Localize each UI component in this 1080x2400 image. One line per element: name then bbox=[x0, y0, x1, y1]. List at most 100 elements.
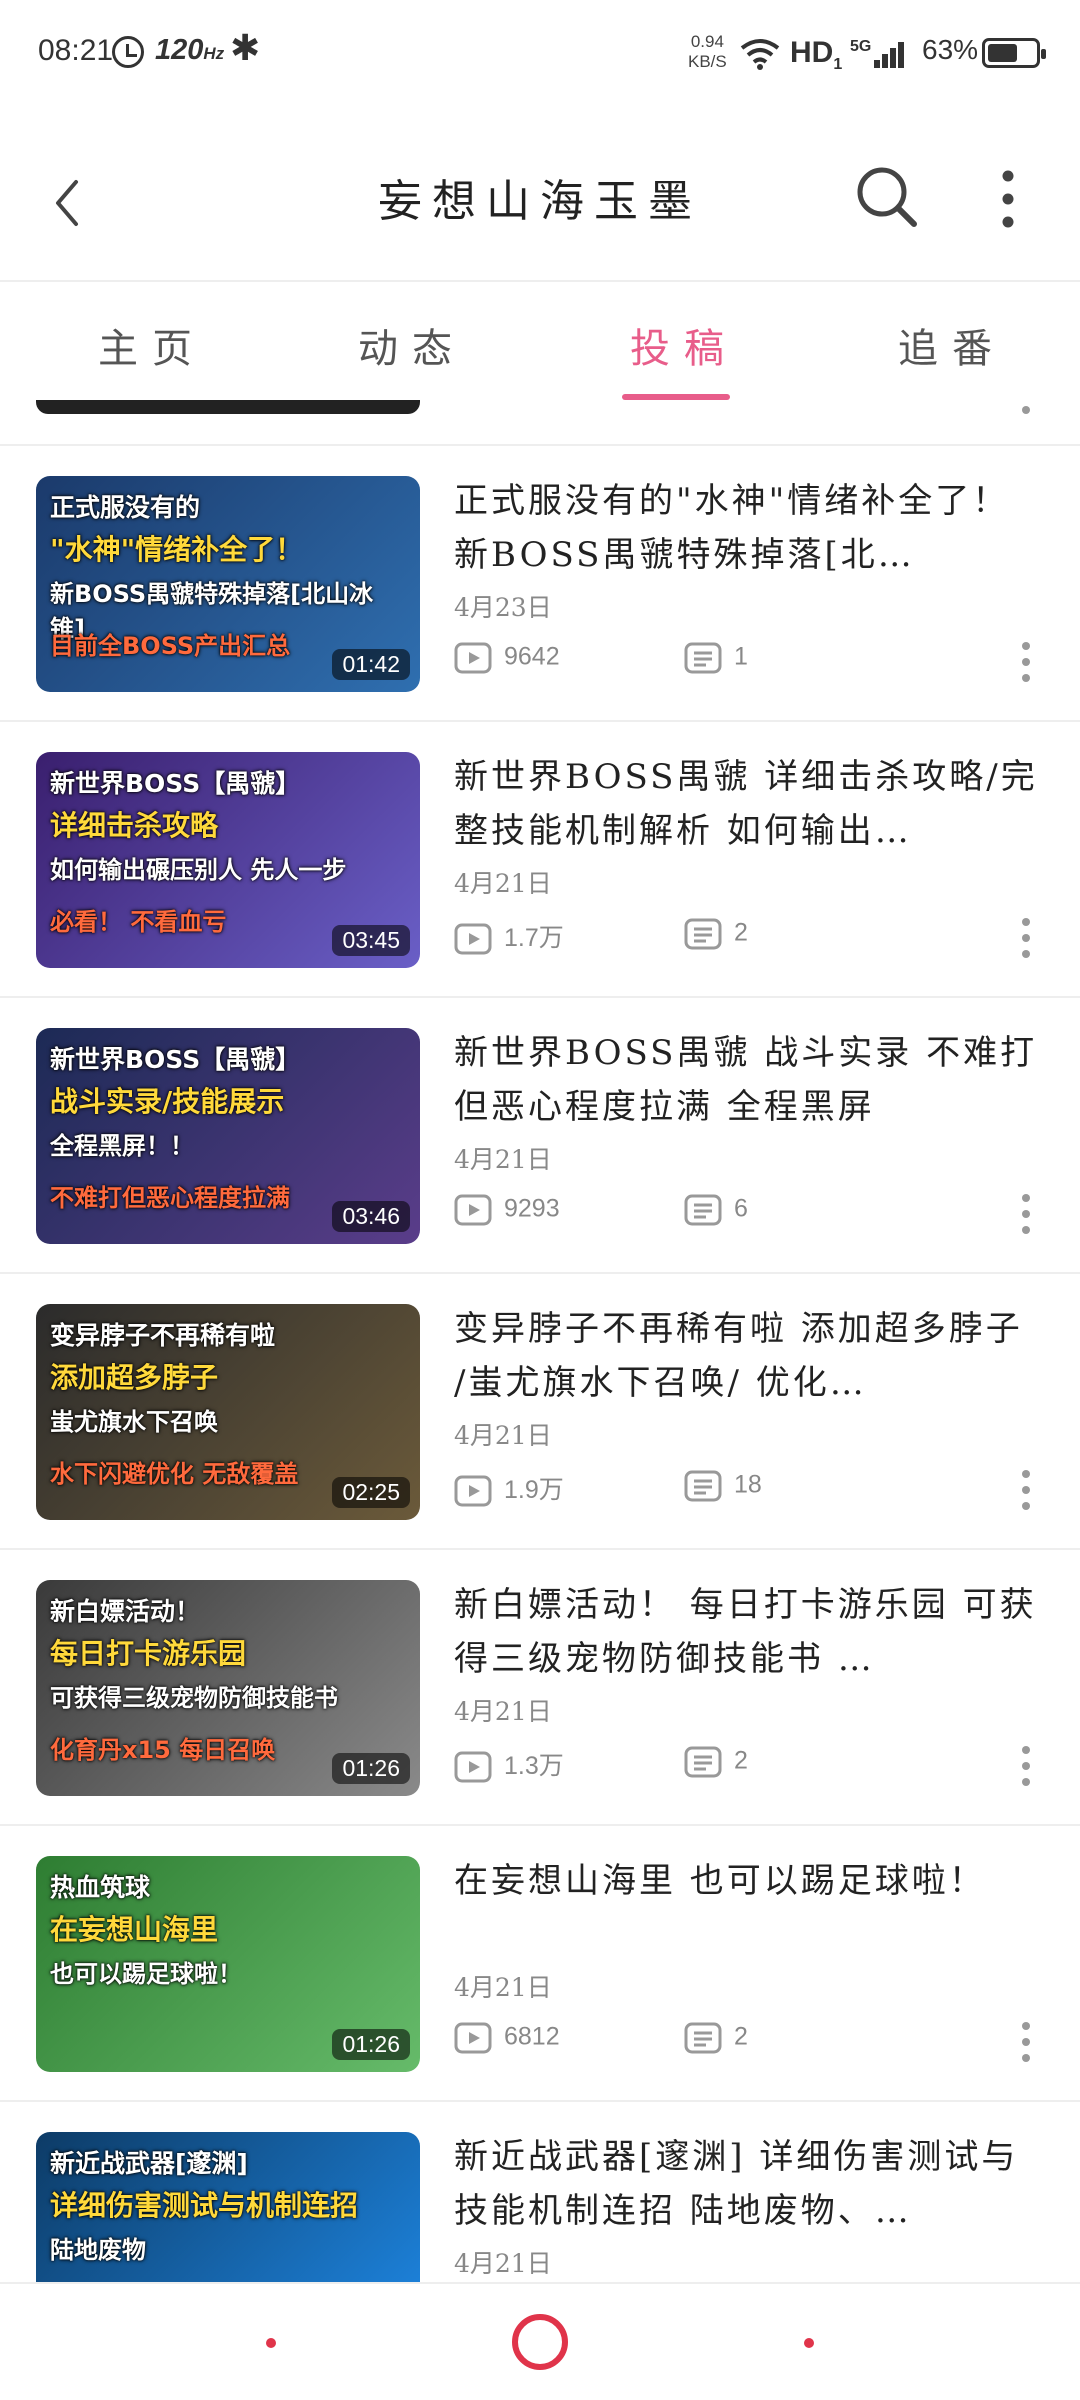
more-vertical-icon[interactable] bbox=[1018, 1746, 1034, 1786]
video-duration: 02:25 bbox=[332, 1477, 410, 1508]
comment-icon bbox=[684, 1746, 722, 1778]
comment-count: 2 bbox=[684, 2022, 748, 2054]
play-count-icon bbox=[454, 1194, 492, 1226]
thumbnail-caption: 每日打卡游乐园 bbox=[50, 1637, 247, 1670]
more-vertical-icon[interactable] bbox=[1018, 1194, 1034, 1234]
refresh-rate: 120Hz bbox=[155, 34, 225, 66]
view-count: 9642 bbox=[454, 642, 560, 674]
video-thumbnail[interactable]: 新白嫖活动！ 每日打卡游乐园 可获得三级宠物防御技能书 化育丹x15 每日召唤 01:2… bbox=[36, 1580, 420, 1796]
video-title[interactable]: 新近战武器[邃渊] 详细伤害测试与技能机制连招 陆地废物、… bbox=[454, 2130, 1044, 2248]
more-vertical-icon[interactable] bbox=[1018, 918, 1034, 958]
video-list-item[interactable]: 热血筑球 在妄想山海里 也可以踢足球啦！ 01:26 在妄想山海里 也可以踢足球啦！ 4月… bbox=[0, 1826, 1080, 2102]
comment-count: 2 bbox=[684, 1746, 748, 1778]
thumbnail-caption: 热血筑球 bbox=[50, 1873, 151, 1902]
video-title[interactable]: 在妄想山海里 也可以踢足球啦！ bbox=[454, 1854, 1044, 1972]
video-title[interactable]: 新白嫖活动！ 每日打卡游乐园 可获得三级宠物防御技能书 … bbox=[454, 1578, 1044, 1696]
more-dot bbox=[1022, 406, 1030, 414]
thumbnail-caption: 在妄想山海里 bbox=[50, 1913, 219, 1946]
video-title[interactable]: 变异脖子不再稀有啦 添加超多脖子 /蚩尤旗水下召唤/ 优化… bbox=[454, 1302, 1044, 1420]
search-icon[interactable] bbox=[852, 162, 922, 232]
video-duration: 03:45 bbox=[332, 925, 410, 956]
hd-indicator: HD1 bbox=[790, 36, 843, 73]
wifi-icon bbox=[740, 39, 780, 70]
more-vertical-icon[interactable] bbox=[1018, 642, 1034, 682]
thumbnail-caption: 可获得三级宠物防御技能书 bbox=[50, 1684, 338, 1712]
battery-percent: 63% bbox=[922, 34, 979, 65]
more-options-icon[interactable] bbox=[990, 166, 1026, 232]
app-header: 妄想山海玉墨 bbox=[0, 110, 1080, 280]
nav-home-button[interactable] bbox=[512, 2314, 568, 2370]
video-date: 4月21日 bbox=[454, 1421, 552, 1450]
network-type: 5G bbox=[850, 38, 872, 55]
tab-submissions[interactable]: 投稿 bbox=[630, 316, 738, 374]
status-time: 08:21 bbox=[38, 34, 114, 67]
list-item-partial bbox=[0, 400, 1080, 446]
view-count: 6812 bbox=[454, 2022, 560, 2054]
signal-icon bbox=[870, 38, 904, 68]
video-duration: 01:42 bbox=[332, 649, 410, 680]
tab-dynamics[interactable]: 动态 bbox=[358, 316, 466, 374]
thumbnail-caption: 添加超多脖子 bbox=[50, 1361, 219, 1394]
nav-back-button[interactable] bbox=[804, 2338, 814, 2348]
video-thumbnail[interactable]: 新近战武器[邃渊] 详细伤害测试与机制连招 陆地废物 bbox=[36, 2132, 420, 2282]
play-count-icon bbox=[454, 642, 492, 674]
thumbnail-caption: 战斗实录/技能展示 bbox=[50, 1085, 285, 1118]
tab-bangumi[interactable]: 追番 bbox=[898, 316, 1006, 374]
bluetooth-icon: ✱ bbox=[230, 28, 261, 69]
tab-bar: 主页 动态 投稿 追番 bbox=[0, 280, 1080, 400]
video-thumbnail[interactable]: 新世界BOSS【禺虢】 战斗实录/技能展示 全程黑屏！！ 不难打但恶心程度拉满 03:4… bbox=[36, 1028, 420, 1244]
play-count-icon bbox=[454, 1475, 492, 1507]
video-thumbnail[interactable]: 热血筑球在妄想山海里也可以踢足球啦！ 01:26 bbox=[36, 1856, 420, 2072]
video-date: 4月23日 bbox=[454, 593, 552, 622]
more-vertical-icon[interactable] bbox=[1018, 2022, 1034, 2062]
video-duration: 01:26 bbox=[332, 2029, 410, 2060]
thumbnail-caption: 详细击杀攻略 bbox=[50, 809, 219, 842]
video-list-item[interactable]: 新近战武器[邃渊] 详细伤害测试与机制连招 陆地废物 新近战武器[邃渊] 详细伤害测试… bbox=[0, 2102, 1080, 2282]
video-thumbnail[interactable]: 正式服没有的 "水神"情绪补全了！ 新BOSS禺虢特殊掉落[北山冰锥] 目前全BOSS… bbox=[36, 476, 420, 692]
play-count-icon bbox=[454, 1751, 492, 1783]
thumbnail-caption: 蚩尤旗水下召唤 bbox=[50, 1408, 218, 1436]
system-nav-bar bbox=[0, 2282, 1080, 2400]
video-title[interactable]: 正式服没有的"水神"情绪补全了！ 新BOSS禺虢特殊掉落[北… bbox=[454, 474, 1044, 592]
video-list-item[interactable]: 变异脖子不再稀有啦 添加超多脖子 蚩尤旗水下召唤 水下闪避优化 无敌覆盖 02:25 变异… bbox=[0, 1274, 1080, 1550]
video-list-item[interactable]: 新世界BOSS【禺虢】 战斗实录/技能展示 全程黑屏！！ 不难打但恶心程度拉满 03:4… bbox=[0, 998, 1080, 1274]
comment-icon bbox=[684, 2022, 722, 2054]
view-count: 1.7万 bbox=[454, 918, 564, 955]
comment-count: 18 bbox=[684, 1470, 762, 1502]
video-duration: 01:26 bbox=[332, 1753, 410, 1784]
video-thumbnail[interactable]: 变异脖子不再稀有啦 添加超多脖子 蚩尤旗水下召唤 水下闪避优化 无敌覆盖 02:25 bbox=[36, 1304, 420, 1520]
video-thumbnail[interactable]: 新世界BOSS【禺虢】 详细击杀攻略 如何输出碾压别人 先人一步 必看！ 不看血亏 03… bbox=[36, 752, 420, 968]
comment-count: 1 bbox=[684, 642, 748, 674]
thumbnail-caption: 如何输出碾压别人 先人一步 bbox=[50, 856, 347, 884]
video-list-item[interactable]: 正式服没有的 "水神"情绪补全了！ 新BOSS禺虢特殊掉落[北山冰锥] 目前全BOSS… bbox=[0, 446, 1080, 722]
view-count: 9293 bbox=[454, 1194, 560, 1226]
video-date: 4月21日 bbox=[454, 2249, 552, 2278]
battery-icon bbox=[982, 38, 1046, 68]
comment-icon bbox=[684, 918, 722, 950]
thumbnail-caption: 陆地废物 bbox=[50, 2236, 146, 2264]
comment-count: 6 bbox=[684, 1194, 748, 1226]
play-count-icon bbox=[454, 2022, 492, 2054]
more-vertical-icon[interactable] bbox=[1018, 1470, 1034, 1510]
tab-home[interactable]: 主页 bbox=[98, 316, 206, 374]
video-date: 4月21日 bbox=[454, 1973, 552, 2002]
video-list[interactable]: 正式服没有的 "水神"情绪补全了！ 新BOSS禺虢特殊掉落[北山冰锥] 目前全BOSS… bbox=[0, 400, 1080, 2282]
thumbnail-caption: 变异脖子不再稀有啦 bbox=[50, 1321, 276, 1350]
video-duration: 03:46 bbox=[332, 1201, 410, 1232]
comment-icon bbox=[684, 642, 722, 674]
status-bar: 08:21 120Hz ✱ 0.94 KB/S HD1 5G 63% bbox=[0, 0, 1080, 110]
video-list-item[interactable]: 新世界BOSS【禺虢】 详细击杀攻略 如何输出碾压别人 先人一步 必看！ 不看血亏 03… bbox=[0, 722, 1080, 998]
video-title[interactable]: 新世界BOSS禺虢 详细击杀攻略/完整技能机制解析 如何输出… bbox=[454, 750, 1044, 868]
video-title[interactable]: 新世界BOSS禺虢 战斗实录 不难打但恶心程度拉满 全程黑屏 bbox=[454, 1026, 1044, 1144]
comment-icon bbox=[684, 1194, 722, 1226]
view-count: 1.3万 bbox=[454, 1746, 564, 1783]
play-count-icon bbox=[454, 923, 492, 955]
video-date: 4月21日 bbox=[454, 1697, 552, 1726]
view-count: 1.9万 bbox=[454, 1470, 564, 1507]
thumbnail-caption: 详细伤害测试与机制连招 bbox=[50, 2189, 359, 2222]
video-list-item[interactable]: 新白嫖活动！ 每日打卡游乐园 可获得三级宠物防御技能书 化育丹x15 每日召唤 01:2… bbox=[0, 1550, 1080, 1826]
nav-recents-button[interactable] bbox=[266, 2338, 276, 2348]
thumbnail-caption: 新白嫖活动！ bbox=[50, 1597, 201, 1626]
thumbnail-caption: 正式服没有的 bbox=[50, 493, 201, 522]
thumbnail-caption: 也可以踢足球啦！ bbox=[50, 1960, 242, 1988]
